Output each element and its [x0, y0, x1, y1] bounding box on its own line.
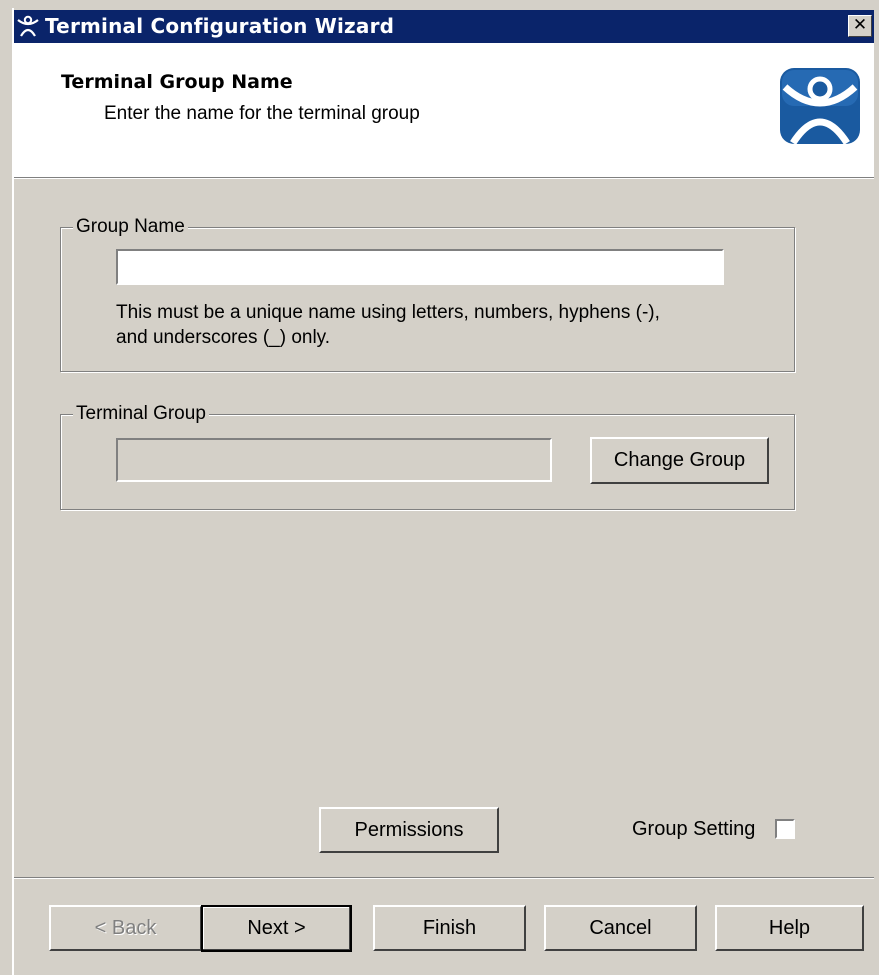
title-bar[interactable]: Terminal Configuration Wizard ✕ — [14, 10, 874, 43]
thinmanager-icon — [16, 14, 40, 38]
group-setting-checkbox[interactable] — [775, 819, 795, 839]
wizard-header: Terminal Group Name Enter the name for t… — [14, 43, 874, 177]
page-title: Terminal Group Name — [61, 71, 293, 93]
help-button[interactable]: Help — [715, 905, 864, 951]
permissions-button[interactable]: Permissions — [319, 807, 499, 853]
footer-divider-highlight — [14, 878, 874, 879]
group-setting-label[interactable]: Group Setting — [632, 818, 755, 841]
terminal-group-field — [116, 438, 552, 482]
group-name-hint-line2: and underscores (_) only. — [116, 327, 331, 348]
group-name-input[interactable] — [116, 249, 724, 285]
group-name-legend: Group Name — [73, 215, 188, 239]
thinmanager-logo-icon — [779, 67, 861, 145]
next-button[interactable]: Next > — [201, 905, 352, 952]
close-icon: ✕ — [852, 15, 868, 35]
window-title: Terminal Configuration Wizard — [45, 14, 395, 38]
terminal-group-legend: Terminal Group — [73, 402, 209, 426]
change-group-button[interactable]: Change Group — [590, 437, 769, 484]
page-subtitle: Enter the name for the terminal group — [104, 103, 420, 124]
finish-button[interactable]: Finish — [373, 905, 526, 951]
wizard-window: Terminal Configuration Wizard ✕ Terminal… — [0, 0, 879, 975]
back-button[interactable]: < Back — [49, 905, 202, 951]
close-button[interactable]: ✕ — [848, 15, 872, 37]
group-name-hint-line1: This must be a unique name using letters… — [116, 302, 660, 323]
cancel-button[interactable]: Cancel — [544, 905, 697, 951]
header-divider-highlight — [14, 178, 874, 179]
